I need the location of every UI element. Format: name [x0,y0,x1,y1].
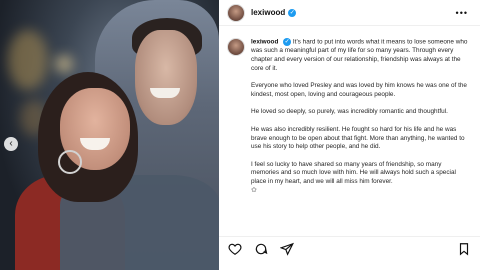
background-light [8,30,48,90]
caption-paragraph: I feel so lucky to have shared so many y… [251,161,470,196]
dove-icon: ✿ [251,187,257,195]
bookmark-icon [459,242,469,255]
verified-badge-icon: ✓ [288,8,297,17]
earring [58,150,82,174]
caption-paragraph: Everyone who loved Presley and was loved… [251,82,467,99]
share-button[interactable] [277,239,297,259]
caption-paragraph: He was also incredibly resilient. He fou… [251,125,465,151]
avatar[interactable] [227,38,245,56]
caption-area: lexiwood ✓ It's hard to put into words w… [219,30,480,234]
send-icon [280,242,294,256]
post-header: lexiwood ✓ ••• [219,0,480,26]
background-light [55,55,73,73]
comment-button[interactable] [251,239,271,259]
post-side-panel: lexiwood ✓ ••• lexiwood ✓ It's hard to p… [219,0,480,270]
more-options-icon[interactable]: ••• [456,8,468,18]
verified-badge-icon: ✓ [283,38,292,46]
action-bar [219,236,480,260]
chevron-left-icon[interactable]: ‹ [4,137,18,151]
caption-text: I feel so lucky to have shared so many y… [251,160,456,186]
heart-icon [228,243,242,255]
caption-paragraph: He loved so deeply, so purely, was incre… [251,108,448,116]
avatar[interactable] [227,3,245,22]
post-photo[interactable]: ‹ [0,0,219,270]
username-link[interactable]: lexiwood [251,8,285,17]
caption-paragraph: lexiwood ✓ It's hard to put into words w… [251,38,470,74]
person-face [135,30,197,125]
caption: lexiwood ✓ It's hard to put into words w… [251,38,470,196]
comment-icon [255,243,268,254]
save-button[interactable] [454,239,474,259]
username-link[interactable]: lexiwood [251,39,278,46]
like-button[interactable] [225,239,245,259]
